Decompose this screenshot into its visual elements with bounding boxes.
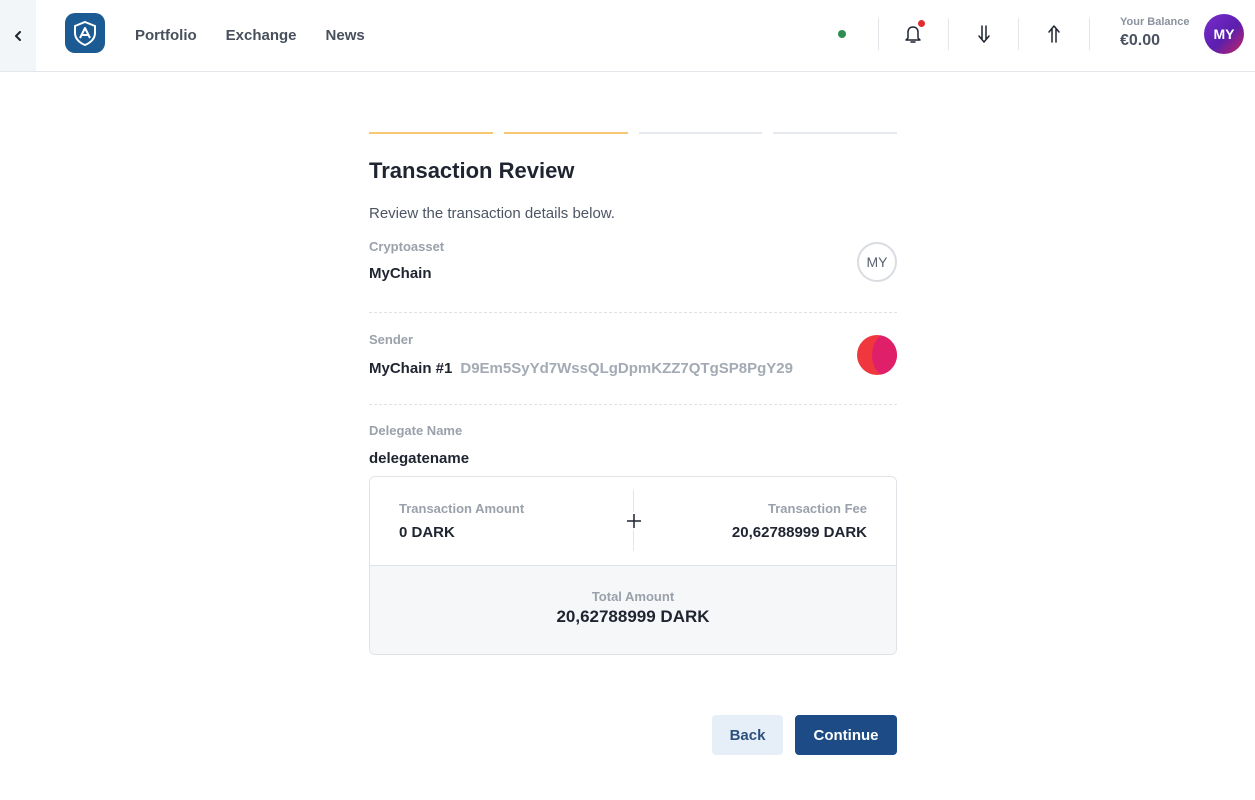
balance-label: Your Balance	[1120, 16, 1190, 28]
delegate-value: delegatename	[369, 450, 470, 467]
amount-label: Transaction Amount	[399, 501, 525, 516]
page-subtitle: Review the transaction details below.	[369, 205, 615, 222]
sender-wallet-name: MyChain #1	[369, 360, 453, 377]
amount-value: 0 DARK	[399, 524, 455, 541]
chevron-left-icon	[15, 30, 21, 41]
main-nav: Portfolio Exchange News	[135, 0, 394, 71]
sender-address: D9Em5SyYd7WssQLgDpmKZZ7QTgSP8PgY29	[460, 360, 793, 377]
total-label: Total Amount	[591, 589, 675, 604]
bell-icon	[905, 26, 921, 43]
nav-news[interactable]: News	[326, 27, 365, 44]
delegate-label: Delegate Name	[369, 423, 463, 438]
transaction-review-panel: Transaction Review Review the transactio…	[369, 132, 897, 755]
sender-section: Sender MyChain #1 D9Em5SyYd7WssQLgDpmKZZ7…	[369, 313, 897, 405]
receive-icon	[978, 25, 990, 43]
send-icon	[1048, 25, 1060, 43]
top-header: Portfolio Exchange News Your Balance €0.…	[0, 0, 1255, 72]
wizard-step-1	[369, 132, 493, 134]
header-divider	[1018, 18, 1019, 50]
cryptoasset-value: MyChain	[369, 265, 432, 282]
summary-total: Total Amount 20,62788999 DARK	[370, 566, 896, 654]
header-divider	[1089, 18, 1090, 50]
sender-value: MyChain #1 D9Em5SyYd7WssQLgDpmKZZ7QTgSP8P…	[369, 360, 793, 377]
app-logo[interactable]	[65, 13, 105, 53]
fee-value: 20,62788999 DARK	[731, 524, 867, 541]
continue-button[interactable]: Continue	[795, 715, 897, 755]
header-divider	[878, 18, 879, 50]
send-button[interactable]	[1043, 22, 1065, 46]
wizard-progress	[369, 132, 897, 134]
profile-avatar[interactable]: MY	[1204, 14, 1244, 54]
header-divider	[948, 18, 949, 50]
cryptoasset-label: Cryptoasset	[369, 239, 445, 254]
coin-icon: MY	[857, 242, 897, 282]
receive-button[interactable]	[973, 22, 995, 46]
nav-portfolio[interactable]: Portfolio	[135, 27, 197, 44]
delegate-section: Delegate Name delegatename	[369, 405, 897, 475]
summary-breakdown: Transaction Amount 0 DARK Transaction Fe…	[370, 477, 896, 566]
wizard-step-2	[503, 132, 628, 134]
logo-icon	[74, 20, 96, 46]
sender-label: Sender	[369, 332, 414, 347]
back-nav-button[interactable]	[0, 0, 36, 71]
network-status-dot	[838, 30, 846, 38]
notification-badge	[918, 20, 925, 27]
wizard-step-3	[638, 132, 763, 134]
wizard-step-4	[773, 132, 897, 134]
transaction-summary: Transaction Amount 0 DARK Transaction Fe…	[369, 476, 897, 655]
identicon-icon	[857, 335, 897, 375]
page-title: Transaction Review	[369, 158, 575, 183]
balance-value: €0.00	[1120, 32, 1161, 49]
wizard-actions: Back Continue	[712, 715, 897, 755]
back-button[interactable]: Back	[712, 715, 783, 755]
fee-label: Transaction Fee	[768, 501, 867, 516]
cryptoasset-section: Cryptoasset MyChain MY	[369, 239, 897, 313]
plus-icon	[625, 512, 643, 530]
total-value: 20,62788999 DARK	[556, 607, 710, 626]
nav-exchange[interactable]: Exchange	[226, 27, 297, 44]
